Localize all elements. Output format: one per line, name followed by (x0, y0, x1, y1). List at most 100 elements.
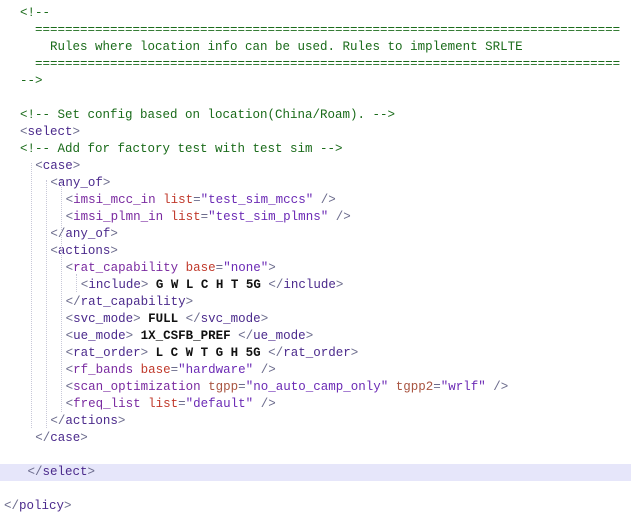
code-token: < (65, 346, 74, 360)
code-line[interactable] (0, 447, 631, 464)
code-line[interactable]: <any_of> (0, 175, 631, 192)
code-line[interactable]: <rf_bands base="hardware" /> (0, 362, 631, 379)
code-token: any_of (65, 227, 111, 241)
code-token: > (305, 329, 314, 343)
code-token: "hardware" (178, 363, 254, 377)
code-line[interactable]: </any_of> (0, 226, 631, 243)
code-token: include (283, 278, 336, 292)
code-token: freq_list (73, 397, 141, 411)
code-token: case (50, 431, 81, 445)
code-token: </ (260, 346, 284, 360)
code-token: select (27, 125, 73, 139)
code-token: < (65, 380, 74, 394)
code-line[interactable]: <case> (0, 158, 631, 175)
code-token: </ (50, 414, 66, 428)
code-line[interactable]: <imsi_mcc_in list="test_sim_mccs" /> (0, 192, 631, 209)
code-token: </ (178, 312, 201, 326)
code-line[interactable]: <svc_mode> FULL </svc_mode> (0, 311, 631, 328)
code-line[interactable]: </policy> (0, 498, 631, 515)
code-token: <!-- Add for factory test with test sim … (20, 142, 343, 156)
code-line[interactable]: <include> G W L C H T 5G </include> (0, 277, 631, 294)
code-token: < (35, 159, 43, 173)
code-token: actions (65, 414, 118, 428)
code-token: list (148, 397, 179, 411)
code-token: <!-- Set config based on location(China/… (20, 108, 396, 122)
code-line[interactable] (0, 90, 631, 107)
code-token: /> (253, 397, 276, 411)
code-token: </ (20, 465, 43, 479)
code-token: ========================================… (20, 57, 621, 71)
code-token: rat_capability (73, 261, 179, 275)
code-token: "test_sim_plmns" (208, 210, 329, 224)
code-token: < (65, 363, 74, 377)
code-line[interactable]: <rat_order> L C W T G H 5G </rat_order> (0, 345, 631, 362)
code-line[interactable] (0, 481, 631, 498)
code-token: 1X_CSFB_PREF (140, 329, 231, 343)
code-token: svc_mode (200, 312, 261, 326)
code-token: <!-- (20, 6, 51, 20)
code-token: policy (19, 499, 65, 513)
code-line[interactable]: <imsi_plmn_in list="test_sim_plmns" /> (0, 209, 631, 226)
code-token: > (140, 346, 156, 360)
code-token: "test_sim_mccs" (200, 193, 314, 207)
code-line[interactable]: <!-- (0, 5, 631, 22)
code-token: "wrlf" (440, 380, 486, 394)
code-line[interactable]: <!-- Set config based on location(China/… (0, 107, 631, 124)
code-line[interactable]: <rat_capability base="none"> (0, 260, 631, 277)
code-token: > (140, 278, 156, 292)
code-line[interactable]: </rat_capability> (0, 294, 631, 311)
code-line[interactable]: </select> (0, 464, 631, 481)
code-token: /> (485, 380, 509, 394)
code-token: < (50, 176, 58, 190)
code-line[interactable]: <scan_optimization tgpp="no_auto_camp_on… (0, 379, 631, 396)
code-line[interactable]: </case> (0, 430, 631, 447)
code-token: base (185, 261, 216, 275)
code-line[interactable]: <ue_mode> 1X_CSFB_PREF </ue_mode> (0, 328, 631, 345)
code-line[interactable]: Rules where location info can be used. R… (0, 39, 631, 56)
code-token: < (65, 312, 74, 326)
code-token: select (42, 465, 88, 479)
code-token: </ (65, 295, 81, 309)
code-token: </ (35, 431, 51, 445)
code-token: tgpp2 (395, 380, 434, 394)
code-token: > (185, 295, 194, 309)
code-token: > (260, 312, 269, 326)
code-token: tgpp (208, 380, 239, 394)
code-line[interactable]: </actions> (0, 413, 631, 430)
code-token: "default" (185, 397, 254, 411)
code-token: rat_capability (80, 295, 186, 309)
code-token: > (64, 499, 72, 513)
code-line[interactable]: <freq_list list="default" /> (0, 396, 631, 413)
code-token: > (102, 176, 111, 190)
xml-code-editor[interactable]: <!-- ===================================… (0, 0, 631, 517)
code-token: < (65, 193, 74, 207)
code-line[interactable]: --> (0, 73, 631, 90)
code-token: rat_order (283, 346, 351, 360)
code-line[interactable]: ========================================… (0, 22, 631, 39)
code-line[interactable]: <actions> (0, 243, 631, 260)
code-line[interactable]: ========================================… (0, 56, 631, 73)
code-token: = (238, 380, 246, 394)
code-token: = (433, 380, 441, 394)
code-token: </ (50, 227, 66, 241)
code-token: > (110, 244, 118, 258)
code-token: </ (4, 499, 20, 513)
code-token: > (72, 125, 81, 139)
code-token: FULL (148, 312, 179, 326)
code-token: ========================================… (20, 23, 621, 37)
code-token: > (117, 414, 126, 428)
code-line[interactable]: <select> (0, 124, 631, 141)
code-token: base (140, 363, 171, 377)
code-token: > (133, 312, 149, 326)
code-line[interactable]: <!-- Add for factory test with test sim … (0, 141, 631, 158)
code-lines-container[interactable]: <!-- ===================================… (0, 5, 631, 515)
code-token: > (110, 227, 118, 241)
code-token: any_of (57, 176, 103, 190)
code-token: L C W T G H 5G (155, 346, 261, 360)
